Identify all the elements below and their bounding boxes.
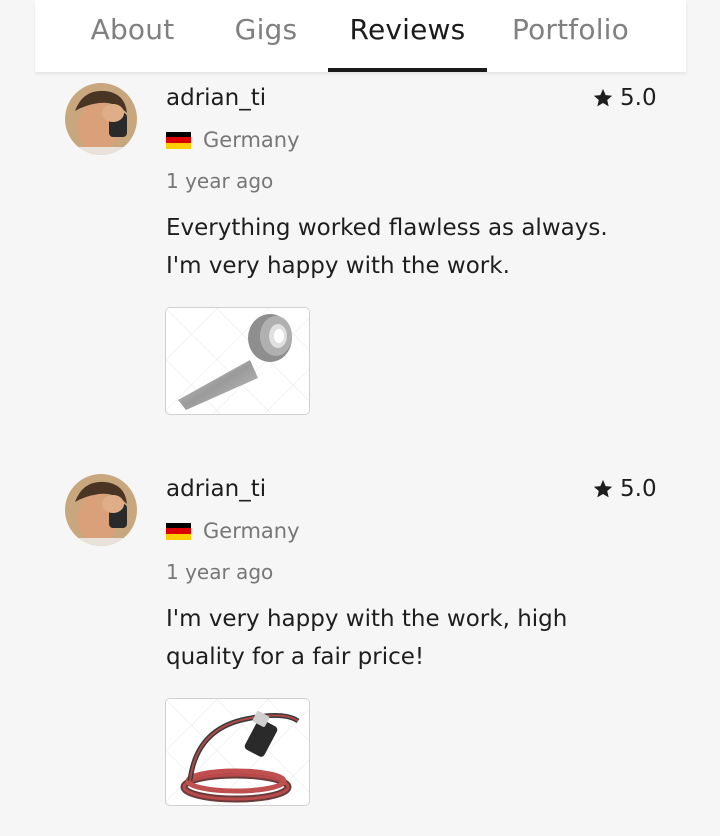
review-image-thumbnail[interactable] (165, 698, 310, 806)
review-rating: 5.0 (592, 85, 657, 111)
reviewer-country: Germany (166, 128, 300, 152)
star-icon (593, 88, 613, 107)
country-name: Germany (203, 519, 300, 543)
review-item: adrian_ti 5.0 Germany 1 year ago Everyth… (0, 83, 720, 443)
rating-value: 5.0 (620, 476, 657, 502)
star-icon (593, 479, 613, 498)
avatar[interactable] (65, 474, 137, 546)
profile-tabs: About Gigs Reviews Portfolio (35, 0, 686, 72)
tab-reviews[interactable]: Reviews (328, 0, 487, 72)
avatar[interactable] (65, 83, 137, 155)
germany-flag-icon (166, 522, 191, 540)
rating-value: 5.0 (620, 85, 657, 111)
review-time: 1 year ago (166, 169, 274, 193)
active-tab-indicator (328, 68, 487, 72)
germany-flag-icon (166, 131, 191, 149)
tab-portfolio[interactable]: Portfolio (503, 0, 638, 72)
reviewer-username[interactable]: adrian_ti (166, 85, 266, 111)
tab-gigs[interactable]: Gigs (223, 0, 309, 72)
review-item: adrian_ti 5.0 Germany 1 year ago I'm ver… (0, 474, 720, 834)
tab-portfolio-label: Portfolio (512, 13, 629, 46)
review-text: Everything worked flawless as always. I'… (166, 215, 608, 279)
tab-about[interactable]: About (75, 0, 190, 72)
tab-about-label: About (90, 13, 175, 46)
review-text: I'm very happy with the work, high quali… (166, 606, 568, 670)
review-image-thumbnail[interactable] (165, 307, 310, 415)
review-time: 1 year ago (166, 560, 274, 584)
reviewer-country: Germany (166, 519, 300, 543)
reviewer-username[interactable]: adrian_ti (166, 476, 266, 502)
review-rating: 5.0 (592, 476, 657, 502)
country-name: Germany (203, 128, 300, 152)
tab-gigs-label: Gigs (234, 13, 298, 46)
tab-reviews-label: Reviews (349, 13, 466, 46)
